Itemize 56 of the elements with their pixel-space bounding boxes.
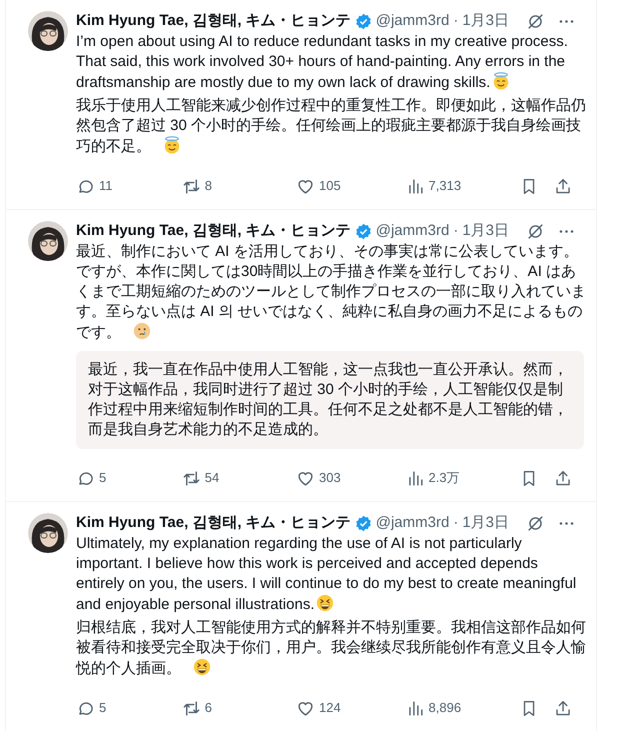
repost-button[interactable]: 54 — [182, 468, 296, 488]
halo-smiley-icon — [163, 136, 181, 154]
views-button[interactable]: 8,896 — [406, 698, 520, 718]
count-label: 303 — [319, 469, 341, 488]
count-label: 5 — [99, 469, 106, 488]
share-icon[interactable] — [554, 698, 572, 718]
repost-icon — [182, 698, 201, 718]
post-date[interactable]: 1月3日 — [462, 512, 510, 534]
repost-button[interactable]: 6 — [182, 698, 296, 718]
like-button[interactable]: 303 — [296, 468, 406, 488]
reply-button[interactable]: 11 — [76, 176, 182, 196]
user-handle[interactable]: @jamm3rd — [376, 10, 450, 32]
count-label: 124 — [319, 699, 341, 718]
repost-button[interactable]: 8 — [182, 176, 296, 196]
halo-smiley-icon — [492, 72, 510, 90]
count-label: 6 — [204, 699, 212, 718]
author-name[interactable]: Kim Hyung Tae, 김형태, キム・ヒョンテ — [76, 10, 351, 32]
count-label: 5 — [99, 699, 106, 718]
separator-dot: · — [453, 10, 458, 31]
repost-icon — [182, 176, 201, 196]
post-text: 最近、制作において AI を活用しており、その事実は常に公表しています。ですが、本作に関しては30時間以上の手描き作業を並行しており、AI はあくまで工期短縮のためのツールとして制作プロセスの一部に取り入れています。至らない点は AI 의 せいではなく、純粋に私自身の画力不足によるものです。 — [76, 242, 586, 343]
separator-dot: · — [453, 512, 458, 533]
count-label: 54 — [204, 469, 220, 488]
share-icon[interactable] — [554, 176, 572, 196]
reply-button[interactable]: 5 — [76, 698, 182, 718]
separator-dot: · — [453, 220, 458, 241]
grinning-squint-icon — [316, 594, 334, 612]
user-handle[interactable]: @jamm3rd — [376, 220, 450, 242]
post-text: Ultimately, my explanation regarding the use of AI is not particularly important. I believe how this work is perceived and accepted depends entirely on you, the users. I will continue to do my best to create meaningful and enjoyable personal illustrations. — [76, 534, 578, 615]
count-label: 2.3万 — [428, 469, 460, 488]
like-button[interactable]: 124 — [296, 698, 406, 718]
grinning-squint-icon — [193, 658, 211, 676]
author-name[interactable]: Kim Hyung Tae, 김형태, キム・ヒョンテ — [76, 512, 351, 534]
views-button[interactable]: 2.3万 — [406, 468, 520, 488]
post-text: 归根结底，我对人工智能使用方式的解释并不特别重要。我相信这部作品如何被看待和接受完全取决于你们，用户。我会继续尽我所能创作有意义且令人愉悦的个人插画。 — [76, 618, 586, 679]
count-label: 7,313 — [428, 177, 462, 196]
tearful-face-icon — [133, 322, 151, 340]
post-date[interactable]: 1月3日 — [462, 220, 510, 242]
count-label: 11 — [99, 177, 112, 196]
post-date[interactable]: 1月3日 — [462, 10, 510, 32]
like-button[interactable]: 105 — [296, 176, 406, 196]
repost-icon — [182, 468, 201, 488]
slashed-circle-icon[interactable] — [526, 222, 545, 240]
author-name[interactable]: Kim Hyung Tae, 김형태, キム・ヒョンテ — [76, 220, 351, 242]
translation-box: 最近，我一直在作品中使用人工智能，这一点我也一直公开承认。然而，对于这幅作品，我同时进行了超过 30 个小时的手绘，人工智能仅仅是制作过程中用来缩短制作时间的工具。任何不足之处都不是人工智能的错，而是我自身艺术能力的不足造成的。 — [76, 351, 584, 449]
user-handle[interactable]: @jamm3rd — [376, 512, 450, 534]
share-icon[interactable] — [554, 468, 572, 488]
slashed-circle-icon[interactable] — [526, 12, 545, 30]
reply-button[interactable]: 5 — [76, 468, 182, 488]
post-text: 我乐于使用人工智能来减少创作过程中的重复性工作。即便如此，这幅作品仍然包含了超过 30 个小时的手绘。任何绘画上的瑕疵主要都源于我自身绘画技巧的不足。 — [76, 96, 586, 157]
post-text: I’m open about using AI to reduce redundant tasks in my creative process. That said, this work involved 30+ hours of hand-painting. Any errors in the draftsmanship are mostly due to my own lack of drawing skills. — [76, 32, 569, 93]
count-label: 8 — [204, 177, 212, 196]
count-label: 8,896 — [428, 699, 462, 718]
views-button[interactable]: 7,313 — [406, 176, 520, 196]
count-label: 105 — [319, 177, 341, 196]
slashed-circle-icon[interactable] — [526, 514, 545, 532]
